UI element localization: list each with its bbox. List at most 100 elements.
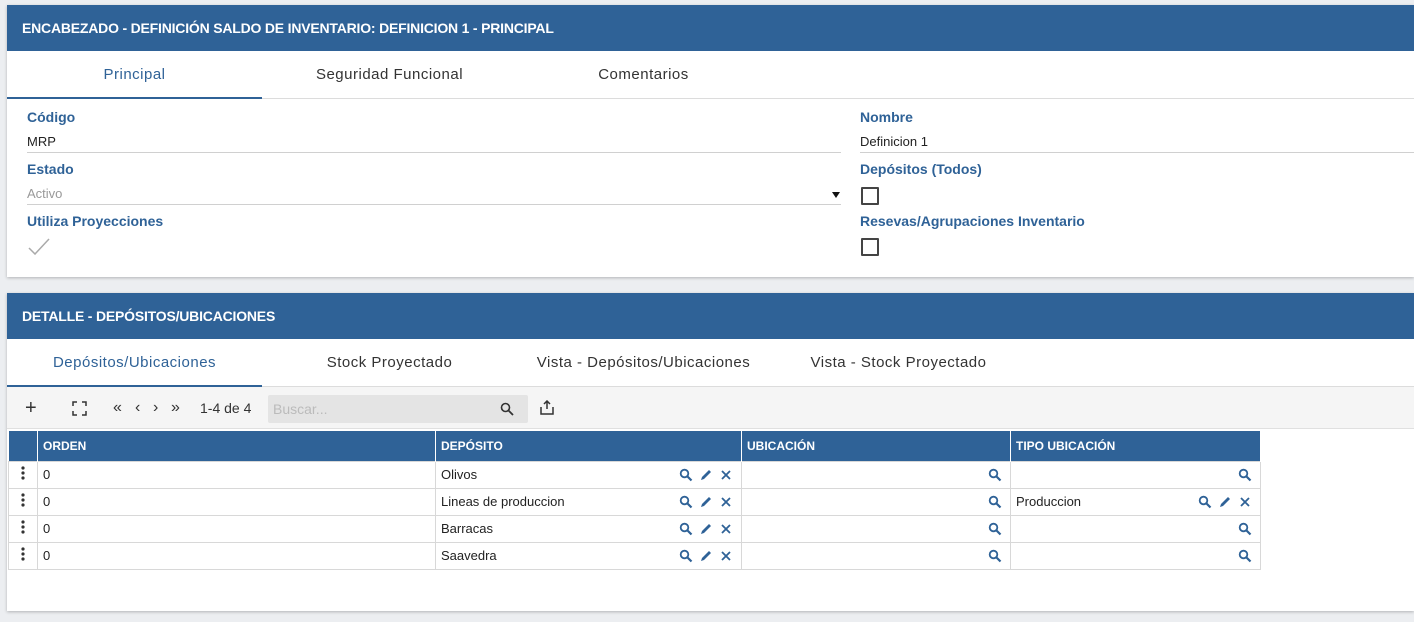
dropdown-arrow-icon[interactable] bbox=[831, 191, 841, 199]
estado-label: Estado bbox=[27, 161, 74, 177]
close-icon[interactable] bbox=[719, 495, 733, 509]
search-icon[interactable] bbox=[1238, 549, 1252, 563]
close-icon[interactable] bbox=[1238, 495, 1252, 509]
cell-deposito[interactable]: Saavedra bbox=[435, 541, 742, 570]
cell-tipo-ubicacion[interactable] bbox=[1010, 514, 1261, 543]
tab-principal[interactable]: Principal bbox=[7, 51, 262, 99]
search-icon[interactable] bbox=[679, 549, 693, 563]
cell-tipo-ubicacion[interactable]: Produccion bbox=[1010, 487, 1261, 516]
search-icon[interactable] bbox=[679, 468, 693, 482]
detail-panel: DETALLE - DEPÓSITOS/UBICACIONES Depósito… bbox=[7, 293, 1414, 611]
cell-actions bbox=[1238, 522, 1252, 536]
search-icon[interactable] bbox=[1238, 522, 1252, 536]
edit-icon[interactable] bbox=[1218, 495, 1232, 509]
search-icon[interactable] bbox=[500, 402, 514, 416]
cell-ubicacion[interactable] bbox=[741, 460, 1011, 489]
header-ubicacion[interactable]: UBICACIÓN bbox=[741, 431, 1011, 461]
nombre-field[interactable]: Definicion 1 bbox=[860, 134, 928, 149]
codigo-label: Código bbox=[27, 109, 76, 125]
edit-icon[interactable] bbox=[699, 522, 713, 536]
table-row[interactable]: 0 Lineas de produccion Produccion bbox=[8, 487, 1261, 516]
cell-actions bbox=[1238, 468, 1252, 482]
search-icon[interactable] bbox=[988, 468, 1002, 482]
header-panel: ENCABEZADO - DEFINICIÓN SALDO DE INVENTA… bbox=[7, 5, 1414, 277]
next-page-icon[interactable]: › bbox=[153, 387, 158, 429]
search-icon[interactable] bbox=[988, 549, 1002, 563]
cell-tipo-ubicacion[interactable] bbox=[1010, 460, 1261, 489]
search-icon[interactable] bbox=[1198, 495, 1212, 509]
checkmark-icon[interactable] bbox=[27, 236, 51, 258]
cell-ubicacion[interactable] bbox=[741, 487, 1011, 516]
cell-actions bbox=[679, 522, 733, 536]
cell-orden[interactable]: 0 bbox=[37, 460, 436, 489]
prev-page-icon[interactable]: ‹ bbox=[135, 387, 140, 429]
tab-vista-depositos[interactable]: Vista - Depósitos/Ubicaciones bbox=[516, 339, 771, 387]
cell-actions bbox=[679, 495, 733, 509]
nombre-underline bbox=[860, 152, 1414, 153]
depositos-table: ORDEN DEPÓSITO UBICACIÓN TIPO UBICACIÓN … bbox=[8, 431, 1261, 570]
reservas-checkbox[interactable] bbox=[861, 238, 879, 256]
close-icon[interactable] bbox=[719, 522, 733, 536]
edit-icon[interactable] bbox=[699, 549, 713, 563]
table-row[interactable]: 0 Olivos bbox=[8, 460, 1261, 489]
search-icon[interactable] bbox=[988, 522, 1002, 536]
close-icon[interactable] bbox=[719, 468, 733, 482]
header-deposito[interactable]: DEPÓSITO bbox=[435, 431, 742, 461]
cell-actions bbox=[679, 468, 733, 482]
table-row[interactable]: 0 Saavedra bbox=[8, 541, 1261, 570]
search-icon[interactable] bbox=[679, 522, 693, 536]
tab-stock-proyectado[interactable]: Stock Proyectado bbox=[262, 339, 517, 387]
cell-deposito[interactable]: Lineas de produccion bbox=[435, 487, 742, 516]
cell-tipo-ubicacion[interactable] bbox=[1010, 541, 1261, 570]
codigo-field[interactable]: MRP bbox=[27, 134, 56, 149]
expand-icon[interactable] bbox=[72, 401, 87, 416]
cell-deposito[interactable]: Olivos bbox=[435, 460, 742, 489]
edit-icon[interactable] bbox=[699, 495, 713, 509]
export-icon[interactable] bbox=[540, 400, 554, 415]
header-tabs: Principal Seguridad Funcional Comentario… bbox=[7, 51, 1414, 99]
header-panel-title: ENCABEZADO - DEFINICIÓN SALDO DE INVENTA… bbox=[7, 5, 1414, 51]
tab-comentarios[interactable]: Comentarios bbox=[516, 51, 771, 99]
row-menu-icon[interactable] bbox=[8, 541, 38, 570]
first-page-icon[interactable]: « bbox=[113, 387, 122, 429]
cell-actions bbox=[988, 495, 1002, 509]
cell-orden[interactable]: 0 bbox=[37, 514, 436, 543]
grid-toolbar: + « ‹ › » 1-4 de 4 Buscar... bbox=[7, 387, 1414, 429]
cell-ubicacion[interactable] bbox=[741, 541, 1011, 570]
estado-underline bbox=[27, 204, 841, 205]
depositos-todos-checkbox[interactable] bbox=[861, 187, 879, 205]
codigo-underline bbox=[27, 152, 841, 153]
search-icon[interactable] bbox=[988, 495, 1002, 509]
cell-actions bbox=[988, 468, 1002, 482]
cell-actions bbox=[1198, 495, 1252, 509]
edit-icon[interactable] bbox=[699, 468, 713, 482]
tab-seguridad-funcional[interactable]: Seguridad Funcional bbox=[262, 51, 517, 99]
header-tipo-ubicacion[interactable]: TIPO UBICACIÓN bbox=[1010, 431, 1261, 461]
table-header-row: ORDEN DEPÓSITO UBICACIÓN TIPO UBICACIÓN bbox=[8, 431, 1261, 461]
tab-depositos-ubicaciones[interactable]: Depósitos/Ubicaciones bbox=[7, 339, 262, 387]
search-placeholder: Buscar... bbox=[273, 401, 328, 417]
estado-select[interactable]: Activo bbox=[27, 186, 62, 201]
detail-tabs: Depósitos/Ubicaciones Stock Proyectado V… bbox=[7, 339, 1414, 387]
close-icon[interactable] bbox=[719, 549, 733, 563]
search-icon[interactable] bbox=[1238, 468, 1252, 482]
row-menu-icon[interactable] bbox=[8, 460, 38, 489]
cell-actions bbox=[679, 549, 733, 563]
cell-orden[interactable]: 0 bbox=[37, 541, 436, 570]
search-input[interactable]: Buscar... bbox=[268, 395, 528, 423]
add-icon[interactable]: + bbox=[25, 387, 37, 429]
cell-deposito[interactable]: Barracas bbox=[435, 514, 742, 543]
search-icon[interactable] bbox=[679, 495, 693, 509]
header-actions bbox=[8, 431, 38, 461]
tab-vista-stock[interactable]: Vista - Stock Proyectado bbox=[771, 339, 1026, 387]
cell-orden[interactable]: 0 bbox=[37, 487, 436, 516]
last-page-icon[interactable]: » bbox=[171, 387, 180, 429]
reservas-label: Resevas/Agrupaciones Inventario bbox=[860, 213, 1085, 229]
table-row[interactable]: 0 Barracas bbox=[8, 514, 1261, 543]
header-orden[interactable]: ORDEN bbox=[37, 431, 436, 461]
cell-ubicacion[interactable] bbox=[741, 514, 1011, 543]
cell-actions bbox=[1238, 549, 1252, 563]
cell-actions bbox=[988, 522, 1002, 536]
row-menu-icon[interactable] bbox=[8, 514, 38, 543]
row-menu-icon[interactable] bbox=[8, 487, 38, 516]
